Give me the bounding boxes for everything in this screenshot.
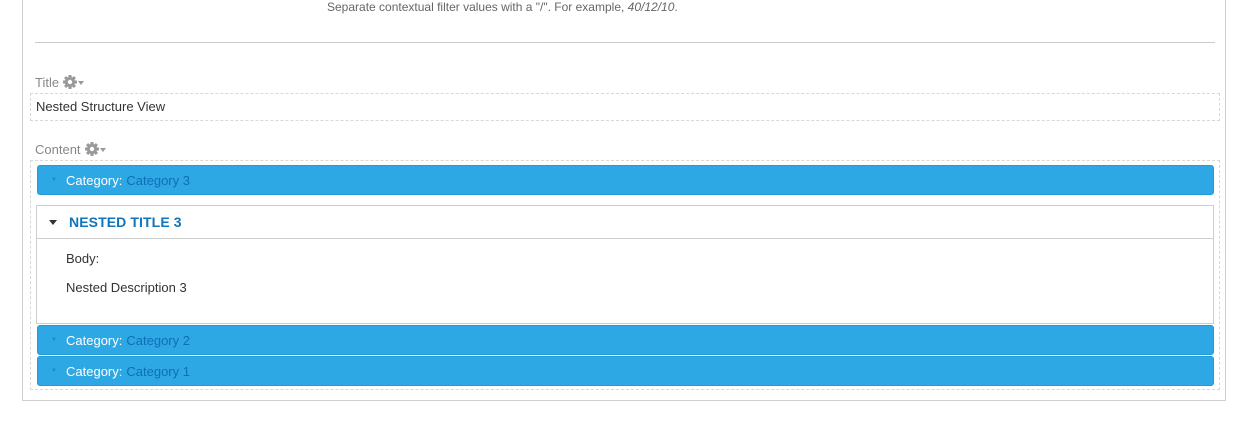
content-field-label: Content bbox=[35, 141, 109, 157]
chevron-down-icon bbox=[78, 81, 85, 85]
category-value: Category 2 bbox=[126, 332, 190, 348]
contextual-filter-help: Separate contextual filter values with a… bbox=[327, 0, 678, 14]
accordion-header-category-2[interactable]: ▼ Category: Category 2 bbox=[37, 325, 1214, 355]
nested-title: NESTED TITLE 3 bbox=[69, 214, 182, 230]
category-prefix: Category: bbox=[66, 332, 123, 348]
category-prefix: Category: bbox=[66, 172, 123, 188]
caret-down-icon bbox=[49, 219, 57, 225]
category-prefix: Category: bbox=[66, 363, 123, 379]
help-text: Separate contextual filter values with a… bbox=[327, 0, 628, 14]
gear-icon bbox=[84, 142, 106, 156]
accordion-header-category-1[interactable]: ▼ Category: Category 1 bbox=[37, 356, 1214, 386]
title-label-text: Title bbox=[35, 74, 60, 90]
accordion-header-category-3[interactable]: ▼ Category: Category 3 bbox=[37, 165, 1214, 195]
nested-section: NESTED TITLE 3 Body: Nested Description … bbox=[36, 205, 1214, 324]
category-value: Category 3 bbox=[126, 172, 190, 188]
divider bbox=[35, 42, 1215, 43]
title-value: Nested Structure View bbox=[30, 93, 1220, 121]
content-label-text: Content bbox=[35, 141, 81, 157]
help-example: 40/12/10 bbox=[627, 0, 675, 14]
title-settings-button[interactable] bbox=[63, 74, 87, 90]
expand-arrow-icon: ▼ bbox=[51, 337, 57, 343]
gear-icon bbox=[63, 75, 85, 89]
category-value: Category 1 bbox=[126, 363, 190, 379]
title-field-label: Title bbox=[35, 74, 87, 90]
expand-arrow-icon: ▼ bbox=[51, 368, 57, 374]
content-settings-button[interactable] bbox=[84, 141, 109, 157]
chevron-down-icon bbox=[99, 148, 106, 152]
help-end: . bbox=[674, 0, 678, 14]
nested-section-header[interactable]: NESTED TITLE 3 bbox=[37, 206, 1213, 239]
expand-arrow-icon: ▼ bbox=[51, 177, 57, 183]
body-label: Body: bbox=[66, 251, 100, 266]
body-text: Nested Description 3 bbox=[66, 280, 187, 295]
